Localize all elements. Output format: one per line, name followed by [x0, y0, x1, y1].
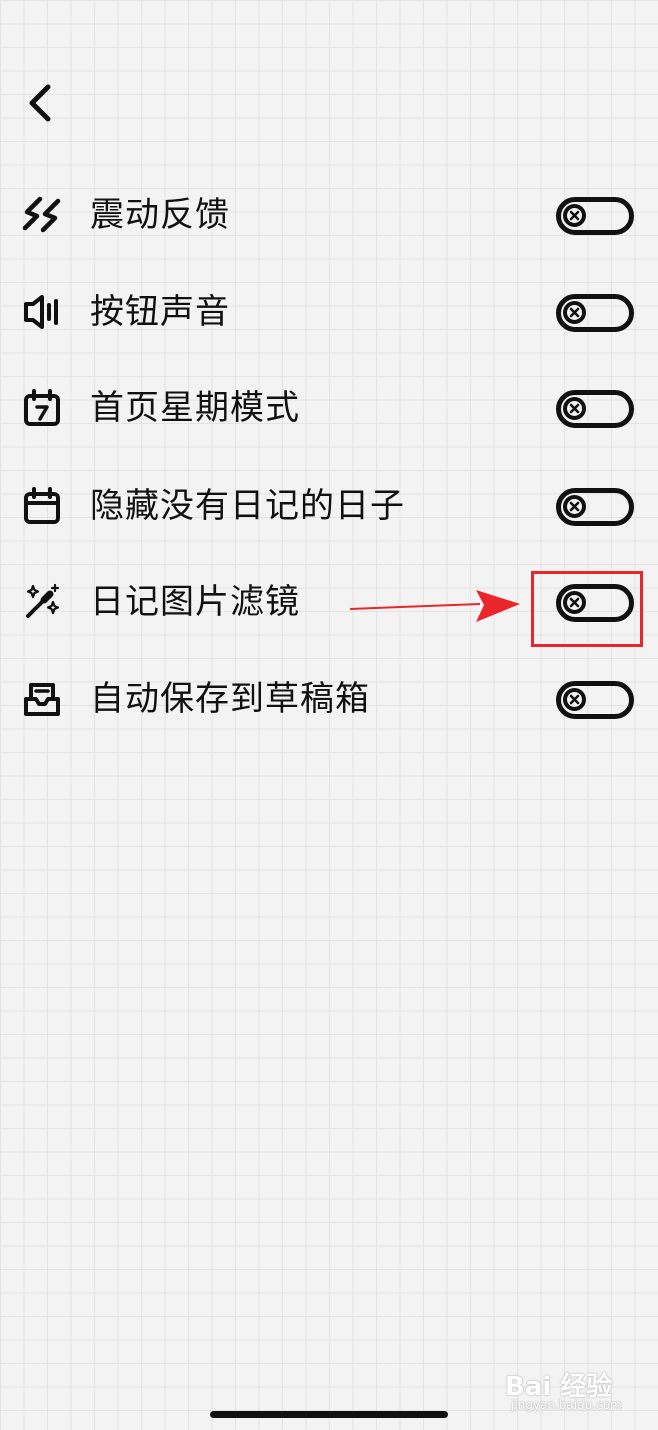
- calendar-week-icon: [20, 388, 64, 428]
- home-indicator[interactable]: [210, 1411, 448, 1418]
- toggle-off-x-icon: [563, 397, 586, 420]
- back-button[interactable]: [18, 80, 64, 126]
- setting-row-vibration: 震动反馈: [0, 184, 658, 246]
- chevron-left-icon: [29, 84, 51, 122]
- setting-row-button-sound: 按钮声音: [0, 281, 658, 343]
- annotation-arrow: [350, 590, 520, 622]
- magic-wand-icon: [20, 582, 64, 622]
- week-mode-toggle[interactable]: [556, 390, 634, 428]
- setting-label: 震动反馈: [90, 195, 230, 235]
- setting-label: 按钮声音: [90, 292, 230, 332]
- setting-label: 隐藏没有日记的日子: [90, 486, 405, 526]
- speaker-icon: [20, 292, 64, 332]
- annotation-highlight-box: [531, 571, 643, 647]
- vibration-toggle[interactable]: [556, 197, 634, 235]
- setting-row-hide-empty-days: 隐藏没有日记的日子: [0, 475, 658, 537]
- setting-row-week-mode: 首页星期模式: [0, 377, 658, 439]
- setting-label: 首页星期模式: [90, 388, 300, 428]
- toggle-off-x-icon: [563, 495, 586, 518]
- button-sound-toggle[interactable]: [556, 294, 634, 332]
- calendar-icon: [20, 486, 64, 526]
- auto-save-drafts-toggle[interactable]: [556, 681, 634, 719]
- vibration-icon: [20, 195, 64, 235]
- toggle-off-x-icon: [563, 301, 586, 324]
- setting-label: 日记图片滤镜: [90, 582, 300, 622]
- toggle-off-x-icon: [563, 204, 586, 227]
- watermark-url: jingyan.baidu.com: [511, 1398, 622, 1412]
- inbox-tray-icon: [20, 679, 64, 719]
- baidu-jingyan-watermark: Bai 经验 jingyan.baidu.com: [505, 1362, 635, 1414]
- setting-label: 自动保存到草稿箱: [90, 679, 370, 719]
- hide-empty-days-toggle[interactable]: [556, 488, 634, 526]
- setting-row-auto-save-drafts: 自动保存到草稿箱: [0, 668, 658, 730]
- toggle-off-x-icon: [563, 688, 586, 711]
